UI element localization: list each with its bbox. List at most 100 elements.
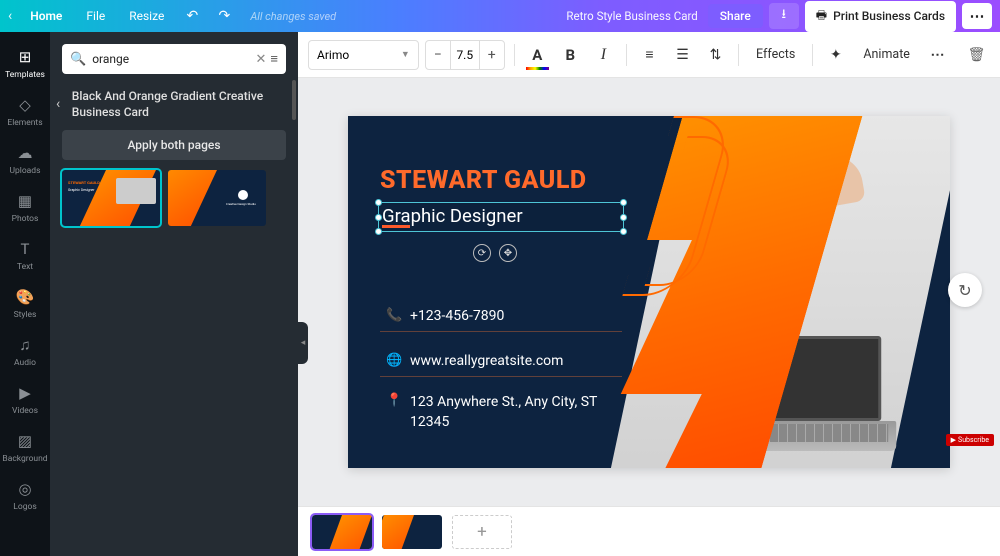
canvas-undo-fab[interactable]: ↻ [948, 273, 982, 307]
business-card[interactable]: STEWART GAULD Graphic Designer ⟳ ✥ 📞+123… [348, 116, 950, 468]
font-size-value[interactable]: 7.5 [450, 41, 480, 69]
align-button[interactable]: ≡ [636, 41, 663, 69]
rail-label: Background [2, 454, 47, 464]
card-website-text: www.reallygreatsite.com [410, 353, 563, 369]
rail-label: Text [17, 262, 33, 272]
element-float-controls: ⟳ ✥ [473, 244, 517, 262]
rail-audio[interactable]: ♫ Audio [0, 328, 50, 376]
top-nav: ‹ Home File Resize ↶ ↷ All changes saved… [0, 0, 1000, 32]
resize-handle[interactable] [620, 228, 627, 235]
font-size-stepper: − 7.5 + [425, 40, 505, 70]
file-menu[interactable]: File [76, 5, 115, 27]
font-family-value: Arimo [317, 48, 349, 62]
delete-icon[interactable]: 🗑 [963, 41, 990, 69]
rail-label: Templates [5, 70, 45, 80]
print-label: Print Business Cards [833, 9, 945, 23]
styles-icon: 🎨 [15, 288, 35, 306]
save-status: All changes saved [250, 10, 336, 23]
back-icon[interactable]: ‹ [8, 8, 12, 24]
resize-handle[interactable] [375, 228, 382, 235]
panel-scrollbar[interactable] [292, 80, 296, 120]
audio-icon: ♫ [15, 336, 35, 354]
more-menu-icon[interactable]: ⋯ [962, 3, 992, 29]
card-address-row[interactable]: 📍123 Anywhere St., Any City, ST 12345 [386, 393, 600, 432]
print-icon: 🖶 [816, 6, 827, 27]
rail-label: Photos [12, 214, 39, 224]
clear-search-icon[interactable]: ✕ [256, 52, 267, 67]
background-icon: ▨ [15, 432, 35, 450]
rail-templates[interactable]: ⊞ Templates [0, 40, 50, 88]
templates-icon: ⊞ [15, 48, 35, 66]
card-name-text[interactable]: STEWART GAULD [380, 166, 587, 195]
undo-icon[interactable]: ↶ [178, 4, 206, 28]
page-thumb-1[interactable] [312, 515, 372, 549]
filter-icon[interactable]: ≡ [270, 51, 278, 67]
page-strip: + [298, 506, 1000, 556]
download-icon[interactable]: ⭳ [769, 3, 799, 29]
chevron-down-icon: ▼ [401, 49, 410, 60]
home-button[interactable]: Home [20, 5, 72, 27]
resize-handle[interactable] [620, 214, 627, 221]
videos-icon: ▶ [15, 384, 35, 402]
resize-handle[interactable] [375, 214, 382, 221]
redo-icon[interactable]: ↷ [210, 4, 238, 28]
rotate-handle-icon[interactable]: ⟳ [473, 244, 491, 262]
font-size-increase[interactable]: + [480, 47, 504, 63]
card-website-row[interactable]: 🌐 www.reallygreatsite.com [386, 353, 563, 369]
side-rail: ⊞ Templates ◇Elements ☁Uploads ▦ Photos TT… [0, 32, 50, 556]
resize-handle[interactable] [375, 199, 382, 206]
template-search[interactable]: 🔍 ✕ ≡ [62, 44, 286, 74]
share-button[interactable]: Share [708, 4, 763, 28]
text-icon: T [15, 240, 35, 258]
elements-icon: ◇ [15, 96, 35, 114]
apply-both-pages-button[interactable]: Apply both pages [62, 130, 286, 160]
bold-button[interactable]: B [557, 41, 584, 69]
location-icon: 📍 [386, 393, 400, 408]
print-button[interactable]: 🖶 Print Business Cards [805, 1, 956, 32]
rail-label: Audio [14, 358, 36, 368]
font-size-decrease[interactable]: − [426, 47, 450, 63]
font-family-select[interactable]: Arimo ▼ [308, 40, 419, 70]
document-title[interactable]: Retro Style Business Card [566, 9, 697, 23]
move-handle-icon[interactable]: ✥ [499, 244, 517, 262]
divider-line[interactable] [380, 376, 622, 377]
rail-label: Logos [13, 502, 36, 512]
template-page-thumb-1[interactable]: STEWART GAULDGraphic Designer [62, 170, 160, 226]
more-tools-icon[interactable]: ⋯ [924, 41, 951, 69]
effects-button[interactable]: Effects [748, 47, 803, 62]
text-toolbar: Arimo ▼ − 7.5 + A B I ≡ ☰ ⇅ Effects ✦ An… [298, 32, 1000, 78]
spell-underline [382, 225, 410, 228]
card-phone-row[interactable]: 📞+123-456-7890 [386, 308, 504, 324]
spacing-button[interactable]: ⇅ [702, 41, 729, 69]
canvas[interactable]: STEWART GAULD Graphic Designer ⟳ ✥ 📞+123… [298, 78, 1000, 506]
subscribe-badge[interactable]: ▶ Subscribe [946, 434, 994, 446]
rail-elements[interactable]: ◇Elements [0, 88, 50, 136]
rail-styles[interactable]: 🎨 Styles [0, 280, 50, 328]
resize-handle[interactable] [620, 199, 627, 206]
resize-button[interactable]: Resize [119, 5, 174, 27]
card-role-text[interactable]: Graphic Designer [382, 205, 523, 227]
animate-button[interactable]: Animate [855, 47, 918, 62]
divider-line[interactable] [380, 331, 622, 332]
phone-icon: 📞 [386, 308, 400, 323]
templates-panel: 🔍 ✕ ≡ ‹ Black And Orange Gradient Creati… [50, 32, 298, 556]
text-color-button[interactable]: A [524, 41, 551, 69]
rail-photos[interactable]: ▦ Photos [0, 184, 50, 232]
rail-videos[interactable]: ▶Videos [0, 376, 50, 424]
rail-text[interactable]: T Text [0, 232, 50, 280]
rail-label: Styles [14, 310, 37, 320]
template-name: Black And Orange Gradient Creative Busin… [72, 88, 286, 120]
rail-uploads[interactable]: ☁Uploads [0, 136, 50, 184]
list-button[interactable]: ☰ [669, 41, 696, 69]
animate-icon: ✦ [822, 41, 849, 69]
photos-icon: ▦ [15, 192, 35, 210]
search-input[interactable] [92, 52, 251, 66]
page-thumb-2[interactable] [382, 515, 442, 549]
template-page-thumb-2[interactable]: Creative Design Studio [168, 170, 266, 226]
italic-button[interactable]: I [590, 41, 617, 69]
rail-background[interactable]: ▨ Background [0, 424, 50, 472]
globe-icon: 🌐 [386, 353, 400, 368]
template-back-icon[interactable]: ‹ [56, 96, 72, 112]
add-page-button[interactable]: + [452, 515, 512, 549]
rail-logos[interactable]: ◎Logos [0, 472, 50, 520]
